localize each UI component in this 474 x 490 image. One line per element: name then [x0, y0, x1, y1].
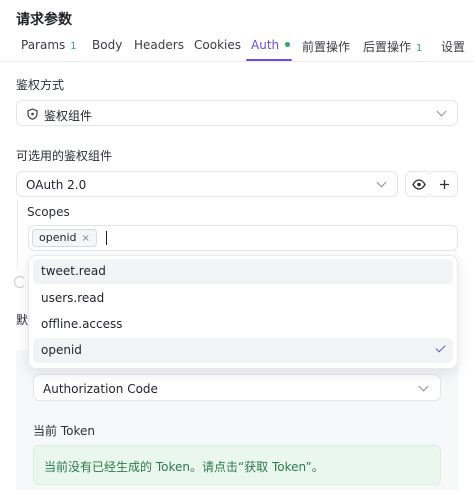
view-component-button[interactable]	[405, 171, 432, 197]
tab-settings[interactable]: 设置	[441, 38, 465, 55]
scope-option-offline-access[interactable]: offline.access	[33, 312, 453, 337]
section-label-fragment: 默	[16, 313, 29, 327]
chevron-down-icon	[376, 177, 387, 188]
component-label: 可选用的鉴权组件	[16, 149, 113, 163]
active-tab-indicator	[246, 59, 292, 61]
tab-auth[interactable]: Auth	[251, 38, 291, 52]
checkmark-icon	[435, 342, 446, 353]
tab-cookies[interactable]: Cookies	[194, 38, 241, 52]
text-cursor	[106, 231, 107, 245]
panel-divider	[17, 200, 18, 270]
shield-icon	[27, 108, 38, 120]
scopes-dropdown: tweet.read users.read offline.access ope…	[28, 255, 458, 369]
scope-option-users-read[interactable]: users.read	[33, 286, 453, 311]
scope-option-openid[interactable]: openid	[33, 338, 453, 363]
plus-icon	[440, 180, 449, 189]
scopes-label: Scopes	[27, 205, 70, 219]
tab-params[interactable]: Params 1	[21, 38, 77, 52]
current-token-label: 当前 Token	[33, 424, 95, 438]
component-select[interactable]: OAuth 2.0	[16, 171, 398, 197]
chevron-down-icon	[418, 381, 429, 392]
page-title: 请求参数	[16, 12, 72, 28]
tab-body[interactable]: Body	[92, 38, 122, 52]
loading-spinner-icon	[14, 276, 26, 288]
active-dot-icon	[285, 42, 291, 47]
add-component-button[interactable]	[431, 171, 458, 197]
tab-count-badge: 1	[416, 43, 423, 54]
scope-option-tweet-read[interactable]: tweet.read	[33, 259, 453, 284]
auth-method-select[interactable]: 鉴权组件	[16, 100, 458, 126]
tab-post-ops[interactable]: 后置操作 1	[363, 38, 422, 55]
auth-method-label: 鉴权方式	[16, 78, 65, 92]
tab-bar: Params 1 Body Headers Cookies Auth 前置操作 后…	[0, 36, 474, 62]
grant-type-select[interactable]: Authorization Code	[33, 374, 441, 401]
chevron-down-icon	[436, 106, 447, 117]
token-status-alert: 当前没有已经生成的 Token。请点击“获取 Token”。	[33, 445, 441, 485]
tab-pre-ops[interactable]: 前置操作	[302, 38, 350, 55]
eye-icon	[412, 179, 426, 190]
tab-count-badge: 1	[70, 41, 77, 52]
remove-tag-icon[interactable]: ×	[82, 233, 90, 244]
tab-headers[interactable]: Headers	[134, 38, 184, 52]
scope-tag-openid: openid ×	[32, 229, 97, 247]
